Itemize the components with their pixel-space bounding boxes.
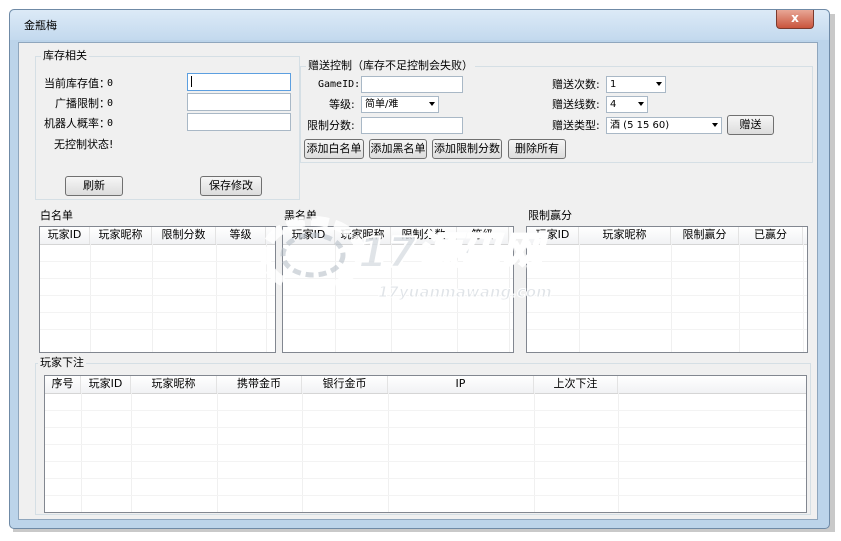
- gift-times-select[interactable]: 1: [606, 76, 666, 93]
- whitelist-col-limit[interactable]: 限制分数: [152, 227, 216, 244]
- blacklist-col-nickname[interactable]: 玩家昵称: [335, 227, 391, 244]
- client-area: 库存相关 当前库存值： 0 广播限制： 0 机器人概率： 0 无控制状态! 刷新…: [18, 42, 818, 520]
- whitelist-header: 玩家ID 玩家昵称 限制分数 等级: [40, 227, 275, 245]
- limitwin-col-won[interactable]: 已赢分: [739, 227, 803, 244]
- gift-times-label: 赠送次数:: [552, 78, 600, 91]
- broadcast-limit-value: 0: [107, 98, 114, 109]
- blacklist-col-level[interactable]: 等级: [457, 227, 509, 244]
- bets-group-title: 玩家下注: [38, 356, 86, 369]
- current-stock-label: 当前库存值：: [44, 77, 110, 90]
- gift-lines-value: 4: [610, 99, 617, 110]
- blacklist-title: 黑名单: [284, 209, 317, 222]
- add-blacklist-button[interactable]: 添加黑名单: [369, 139, 427, 159]
- limit-score-label: 限制分数:: [307, 119, 355, 132]
- chevron-down-icon: [429, 102, 435, 106]
- level-label: 等级:: [329, 98, 355, 111]
- blacklist-table[interactable]: 玩家ID 玩家昵称 限制分数 等级: [282, 226, 514, 353]
- limitwin-table[interactable]: 玩家ID 玩家昵称 限制赢分 已赢分: [526, 226, 808, 353]
- chevron-down-icon: [638, 102, 644, 106]
- whitelist-title: 白名单: [40, 209, 73, 222]
- limitwin-col-nickname[interactable]: 玩家昵称: [579, 227, 671, 244]
- blacklist-col-limit[interactable]: 限制分数: [391, 227, 457, 244]
- limit-score-input[interactable]: [361, 117, 463, 134]
- delete-all-button[interactable]: 删除所有: [508, 139, 566, 159]
- whitelist-col-playerid[interactable]: 玩家ID: [40, 227, 90, 244]
- bets-col-carry-gold[interactable]: 携带金币: [217, 376, 302, 393]
- send-gift-button[interactable]: 赠送: [727, 115, 774, 135]
- whitelist-table[interactable]: 玩家ID 玩家昵称 限制分数 等级: [39, 226, 276, 353]
- save-changes-button[interactable]: 保存修改: [200, 176, 262, 196]
- robot-rate-input[interactable]: [187, 113, 291, 131]
- window-title: 金瓶梅: [24, 19, 57, 32]
- whitelist-col-level[interactable]: 等级: [216, 227, 266, 244]
- current-stock-input[interactable]: [187, 73, 291, 91]
- gameid-input[interactable]: [361, 76, 463, 93]
- gift-lines-select[interactable]: 4: [606, 96, 648, 113]
- bets-header: 序号 玩家ID 玩家昵称 携带金币 银行金币 IP 上次下注: [45, 376, 806, 394]
- limitwin-title: 限制赢分: [528, 209, 572, 222]
- add-limit-score-button[interactable]: 添加限制分数: [432, 139, 502, 159]
- text-caret: [191, 76, 192, 87]
- level-select-value: 简单/难: [365, 99, 399, 110]
- add-whitelist-button[interactable]: 添加白名单: [304, 139, 364, 159]
- blacklist-col-playerid[interactable]: 玩家ID: [283, 227, 335, 244]
- limitwin-col-limitwin[interactable]: 限制赢分: [671, 227, 739, 244]
- close-icon: x: [791, 11, 799, 25]
- broadcast-limit-input[interactable]: [187, 93, 291, 111]
- limitwin-header: 玩家ID 玩家昵称 限制赢分 已赢分: [527, 227, 807, 245]
- gift-control-title: 赠送控制（库存不足控制会失败）: [306, 59, 475, 72]
- broadcast-limit-label: 广播限制：: [55, 97, 110, 110]
- bets-col-ip[interactable]: IP: [388, 376, 534, 393]
- app-window: 金瓶梅 x 库存相关 当前库存值： 0 广播限制： 0 机器人概率： 0 无控制…: [9, 9, 830, 529]
- bets-table[interactable]: 序号 玩家ID 玩家昵称 携带金币 银行金币 IP 上次下注: [44, 375, 807, 513]
- refresh-button[interactable]: 刷新: [65, 176, 123, 196]
- robot-rate-value: 0: [107, 118, 114, 129]
- gift-lines-label: 赠送线数:: [552, 98, 600, 111]
- limitwin-col-playerid[interactable]: 玩家ID: [527, 227, 579, 244]
- current-stock-value: 0: [107, 78, 114, 89]
- chevron-down-icon: [712, 123, 718, 127]
- bets-col-nickname[interactable]: 玩家昵称: [131, 376, 217, 393]
- bets-col-playerid[interactable]: 玩家ID: [81, 376, 131, 393]
- close-button[interactable]: x: [776, 10, 814, 29]
- whitelist-col-nickname[interactable]: 玩家昵称: [90, 227, 152, 244]
- gift-type-select[interactable]: 酒 (5 15 60): [606, 117, 722, 134]
- bets-col-index[interactable]: 序号: [45, 376, 81, 393]
- title-bar[interactable]: 金瓶梅 x: [10, 10, 829, 40]
- gift-type-label: 赠送类型:: [552, 119, 600, 132]
- chevron-down-icon: [656, 82, 662, 86]
- level-select[interactable]: 简单/难: [361, 96, 439, 113]
- stock-group-title: 库存相关: [41, 49, 89, 62]
- bets-col-last-bet[interactable]: 上次下注: [534, 376, 618, 393]
- bets-col-bank-gold[interactable]: 银行金币: [302, 376, 388, 393]
- robot-rate-label: 机器人概率：: [44, 117, 110, 130]
- gameid-label: GameID:: [318, 79, 361, 90]
- gift-times-value: 1: [610, 79, 617, 90]
- gift-type-value: 酒 (5 15 60): [610, 120, 670, 131]
- control-status-label: 无控制状态!: [54, 138, 114, 151]
- blacklist-header: 玩家ID 玩家昵称 限制分数 等级: [283, 227, 513, 245]
